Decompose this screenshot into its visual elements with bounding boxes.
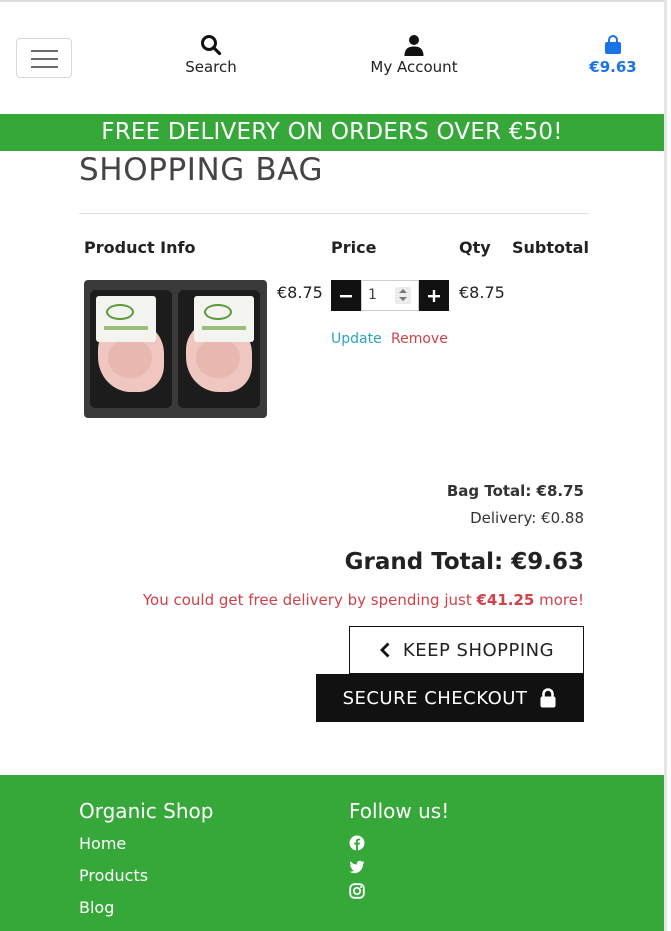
hamburger-icon <box>31 50 58 52</box>
hamburger-icon-bar <box>31 58 58 60</box>
footer-link-home[interactable]: Home <box>79 834 126 853</box>
nav-search-link[interactable]: Search <box>170 34 252 76</box>
footer-link-products[interactable]: Products <box>79 866 148 885</box>
user-icon <box>404 35 424 56</box>
column-header-price: Price <box>331 238 377 257</box>
update-link[interactable]: Update <box>331 331 382 347</box>
secure-checkout-label: SECURE CHECKOUT <box>342 687 528 709</box>
top-border <box>0 0 664 2</box>
column-header-subtotal: Subtotal <box>512 238 589 257</box>
product-tray <box>178 290 260 408</box>
twitter-icon[interactable] <box>349 859 365 875</box>
free-delivery-suffix: more! <box>534 591 584 609</box>
remove-link[interactable]: Remove <box>391 331 448 347</box>
free-delivery-banner: FREE DELIVERY ON ORDERS OVER €50! <box>0 114 664 151</box>
scrollbar-track <box>664 0 667 931</box>
increment-quantity-button[interactable] <box>419 280 449 311</box>
grand-total: Grand Total: €9.63 <box>344 549 584 575</box>
page-title: SHOPPING BAG <box>79 152 324 188</box>
chevron-left-icon <box>379 642 390 658</box>
product-image <box>84 280 267 418</box>
bag-total: Bag Total: €8.75 <box>446 482 584 500</box>
minus-icon <box>340 295 352 298</box>
keep-shopping-label: KEEP SHOPPING <box>402 639 555 661</box>
facebook-icon[interactable] <box>349 835 365 851</box>
secure-checkout-button[interactable]: SECURE CHECKOUT <box>316 674 584 722</box>
divider <box>79 213 589 214</box>
column-header-product-info: Product Info <box>84 238 196 257</box>
product-label <box>96 296 156 342</box>
decrement-quantity-button[interactable] <box>331 280 361 311</box>
nav-search-label: Search <box>185 58 237 76</box>
lock-icon <box>540 688 556 708</box>
hamburger-icon-bar <box>31 66 58 68</box>
product-price: €8.75 <box>277 283 323 302</box>
product-subtotal: €8.75 <box>459 283 505 302</box>
footer-shop-title: Organic Shop <box>79 799 214 823</box>
product-meat-shade <box>108 338 152 378</box>
nav-account-label: My Account <box>370 58 458 76</box>
free-delivery-prefix: You could get free delivery by spending … <box>142 591 477 609</box>
product-strip <box>202 326 246 330</box>
keep-shopping-button[interactable]: KEEP SHOPPING <box>349 626 584 674</box>
footer: Organic Shop Follow us! Home Products Bl… <box>0 775 664 931</box>
nav-bag-total: €9.63 <box>589 58 637 76</box>
free-delivery-amount: €41.25 <box>476 591 535 609</box>
instagram-icon[interactable] <box>349 883 365 899</box>
quantity-spinner[interactable] <box>395 287 411 304</box>
product-leaf <box>204 304 232 320</box>
search-icon <box>201 35 222 56</box>
nav-bag-link[interactable]: €9.63 <box>582 34 644 76</box>
product-leaf <box>106 304 134 320</box>
nav-account-link[interactable]: My Account <box>360 34 468 76</box>
delivery-cost: Delivery: €0.88 <box>470 509 584 527</box>
shopping-bag-icon <box>605 35 621 54</box>
product-tray <box>90 290 172 408</box>
footer-link-blog[interactable]: Blog <box>79 898 114 917</box>
product-meat-shade <box>196 338 240 378</box>
plus-icon <box>428 290 440 302</box>
free-delivery-message: You could get free delivery by spending … <box>143 591 584 609</box>
product-label <box>194 296 254 342</box>
footer-follow-title: Follow us! <box>349 799 450 823</box>
product-strip <box>104 326 148 330</box>
menu-toggle-button[interactable] <box>16 38 72 78</box>
column-header-qty: Qty <box>459 238 491 257</box>
